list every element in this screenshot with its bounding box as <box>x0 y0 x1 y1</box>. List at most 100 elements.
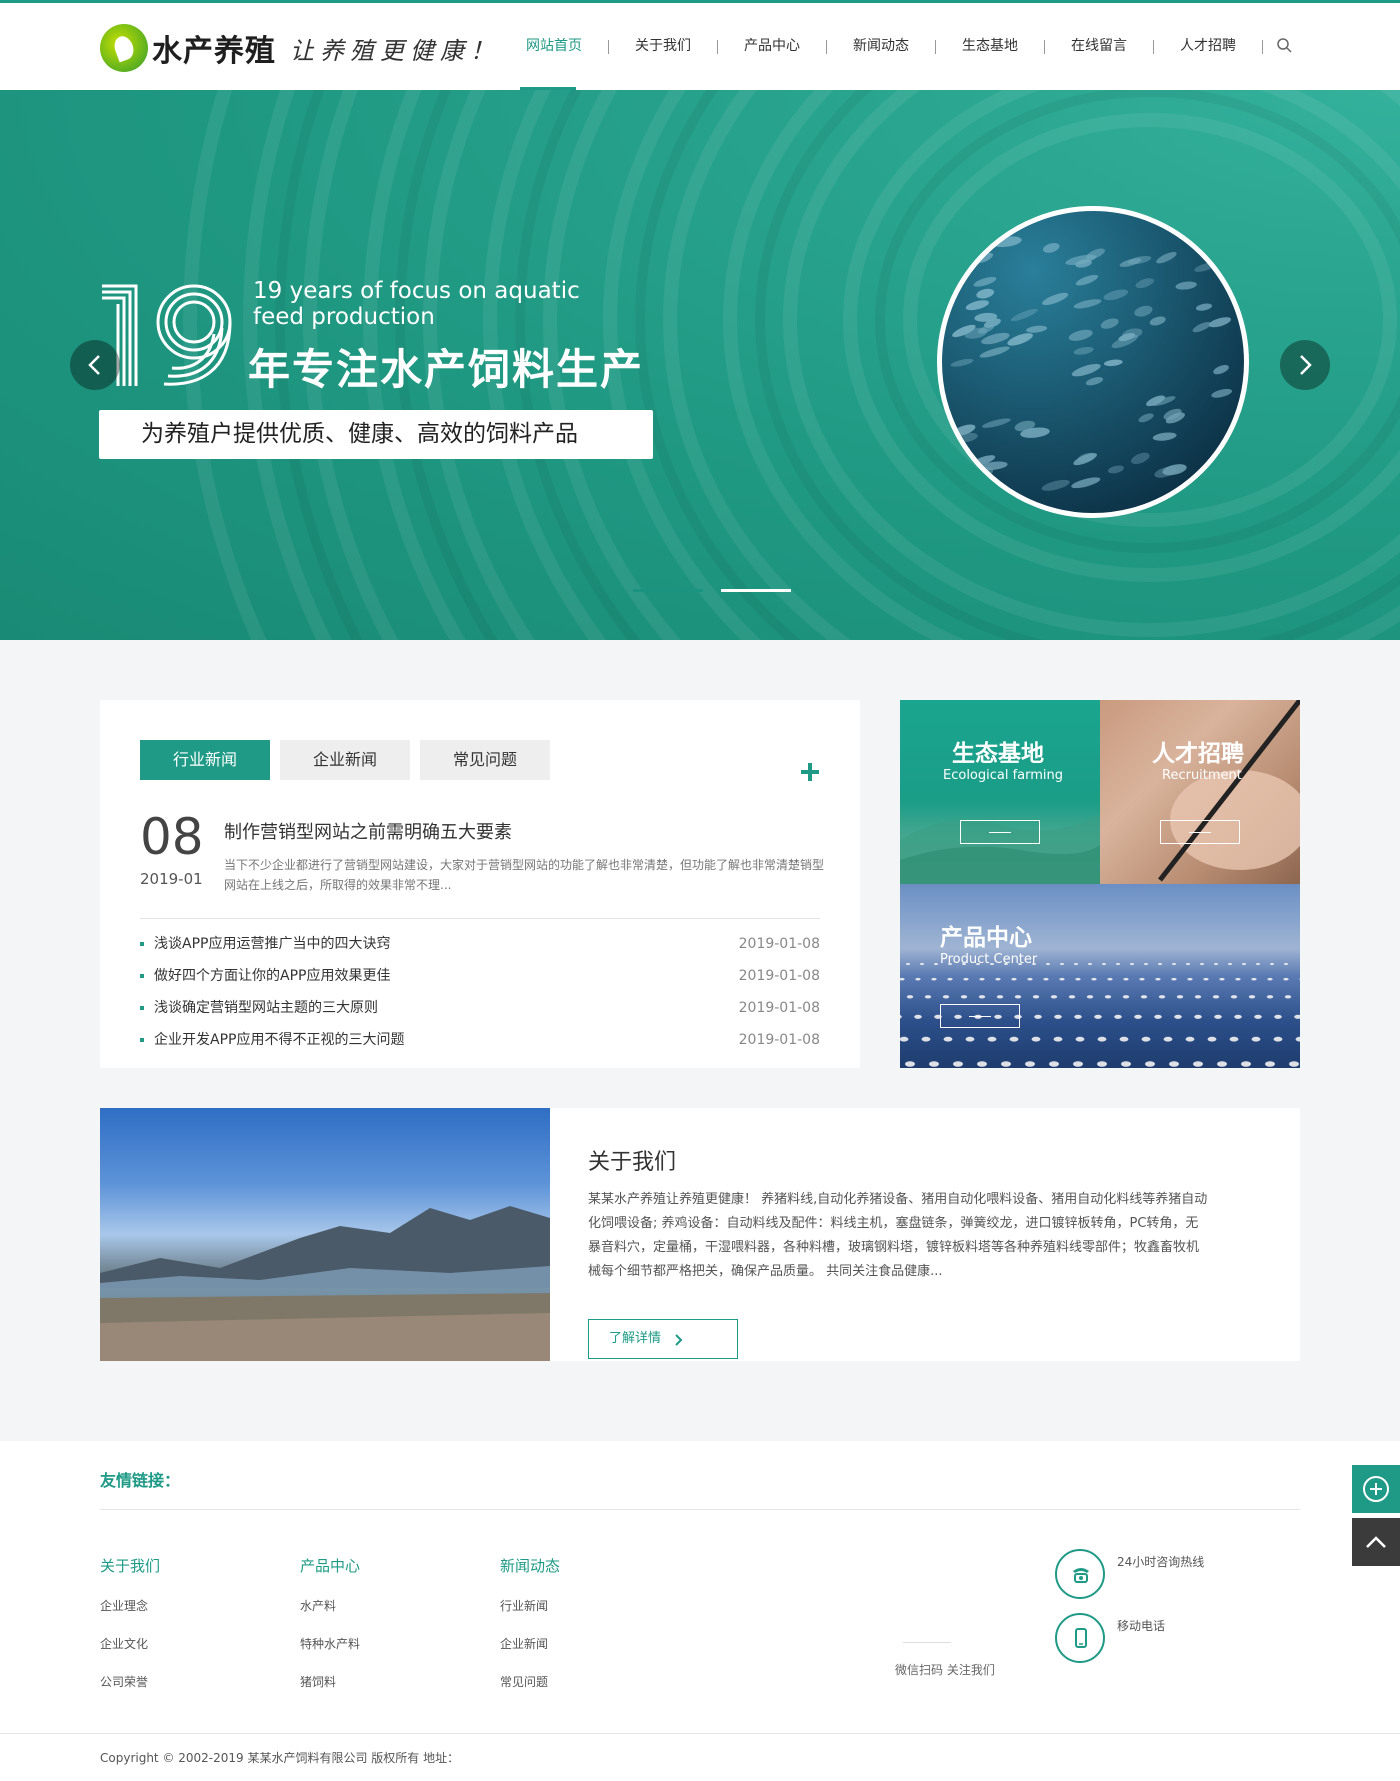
about-text: 某某水产养殖让养殖更健康！ 养猪料线,自动化养猪设备、猪用自动化喂料设备、猪用自… <box>588 1192 1208 1279</box>
mobile-label: 移动电话 <box>1117 1619 1166 1633</box>
tile-recruit-sub: Recruitment <box>1162 768 1242 783</box>
tile-product-center[interactable]: 产品中心 Product Center <box>900 884 1300 1068</box>
tile-eco-sub: Ecological farming <box>943 768 1064 783</box>
nav-item-about[interactable]: 关于我们 <box>609 3 717 90</box>
tile-eco-arrow-button[interactable] <box>960 820 1040 844</box>
bullet <box>140 974 144 978</box>
banner-next-button[interactable] <box>1280 340 1330 390</box>
news-item-date: 2019-01-08 <box>738 968 820 984</box>
nav-item-news[interactable]: 新闻动态 <box>827 3 935 90</box>
footer-column-title[interactable]: 产品中心 <box>300 1555 360 1576</box>
bullet <box>140 1038 144 1042</box>
main-nav: 网站首页 关于我们 产品中心 新闻动态 生态基地 在线留言 人才招聘 <box>500 3 1263 90</box>
more-plus-icon[interactable] <box>800 762 820 782</box>
banner-subtitle: 为养殖户提供优质、健康、高效的饲料产品 <box>99 410 653 459</box>
footer-divider <box>100 1509 1300 1510</box>
footer-link[interactable]: 企业新闻 <box>500 1636 560 1674</box>
chevron-right-icon <box>675 1334 683 1346</box>
footer-column-title[interactable]: 新闻动态 <box>500 1555 560 1576</box>
friend-links-title: 友情链接： <box>100 1471 181 1490</box>
writing-hand-graphic <box>1158 700 1300 882</box>
search-icon[interactable] <box>1276 37 1292 53</box>
logo-slogan: 让养殖更健康！ <box>290 36 500 65</box>
footer-link[interactable]: 企业文化 <box>100 1636 160 1674</box>
tab-company-news[interactable]: 企业新闻 <box>280 740 410 780</box>
tile-eco-farming[interactable]: 生态基地 Ecological farming <box>900 700 1100 884</box>
news-list: 浅谈APP应用运营推广当中的四大诀窍 2019-01-08 做好四个方面让你的A… <box>140 928 820 1056</box>
featured-year-month: 2019-01 <box>140 870 203 888</box>
footer-link[interactable]: 公司荣誉 <box>100 1674 160 1712</box>
footer-link[interactable]: 水产料 <box>300 1598 360 1636</box>
site-footer: 友情链接： 关于我们 企业理念 企业文化 公司荣誉 产品中心 水产料 特种水产料… <box>0 1441 1400 1781</box>
site-logo[interactable]: 水产养殖 让养殖更健康！ <box>100 23 500 73</box>
list-item[interactable]: 企业开发APP应用不得不正视的三大问题 2019-01-08 <box>140 1024 820 1056</box>
eco-hills-graphic <box>900 815 1100 884</box>
news-item-date: 2019-01-08 <box>738 936 820 952</box>
footer-link[interactable]: 猪饲料 <box>300 1674 360 1712</box>
featured-day: 08 <box>140 808 204 866</box>
footer-link[interactable]: 常见问题 <box>500 1674 560 1712</box>
tile-product-sub: Product Center <box>940 952 1038 967</box>
tab-faq[interactable]: 常见问题 <box>420 740 550 780</box>
footer-column-title[interactable]: 关于我们 <box>100 1555 160 1576</box>
phone-icon <box>1055 1549 1105 1599</box>
footer-link[interactable]: 行业新闻 <box>500 1598 560 1636</box>
featured-news-title[interactable]: 制作营销型网站之前需明确五大要素 <box>224 818 512 844</box>
nav-item-home[interactable]: 网站首页 <box>500 3 608 90</box>
side-add-button[interactable] <box>1352 1465 1400 1513</box>
footer-column-news: 新闻动态 行业新闻 企业新闻 常见问题 <box>500 1555 560 1712</box>
mobile-phone-icon <box>1055 1613 1105 1663</box>
list-item[interactable]: 浅谈确定营销型网站主题的三大原则 2019-01-08 <box>140 992 820 1024</box>
about-more-button[interactable]: 了解详情 <box>588 1319 738 1359</box>
slide-indicator-2[interactable] <box>721 589 791 592</box>
sea-farm-graphic <box>900 963 1300 1067</box>
footer-column-about: 关于我们 企业理念 企业文化 公司荣誉 <box>100 1555 160 1712</box>
footer-link[interactable]: 特种水产料 <box>300 1636 360 1674</box>
slide-indicator-1[interactable] <box>633 589 703 592</box>
copyright-text: Copyright © 2002-2019 某某水产饲料有限公司 版权所有 地址… <box>100 1751 460 1765</box>
news-item-date: 2019-01-08 <box>738 1032 820 1048</box>
banner-english-line2: feed production <box>253 304 435 330</box>
nav-item-message[interactable]: 在线留言 <box>1045 3 1153 90</box>
news-item-date: 2019-01-08 <box>738 1000 820 1016</box>
nav-separator <box>1262 39 1263 54</box>
news-divider <box>140 918 820 919</box>
news-item-title[interactable]: 浅谈确定营销型网站主题的三大原则 <box>154 992 378 1024</box>
banner-english-text: 19 years of focus on aquatic feed produc… <box>253 278 580 330</box>
tile-recruit-arrow-button[interactable] <box>1160 820 1240 844</box>
banner-prev-button[interactable] <box>70 340 120 390</box>
logo-leaf-icon <box>100 24 148 72</box>
logo-name: 水产养殖 <box>152 34 276 69</box>
featured-news-desc: 当下不少企业都进行了营销型网站建设，大家对于营销型网站的功能了解也非常清楚，但功… <box>224 858 825 892</box>
tab-industry-news[interactable]: 行业新闻 <box>140 740 270 780</box>
coastal-town-image <box>100 1108 550 1361</box>
contact-hotline: 24小时咨询热线 <box>1055 1549 1305 1599</box>
about-more-label: 了解详情 <box>609 1331 662 1346</box>
tile-eco-title: 生态基地 <box>952 741 1044 767</box>
qr-caption: 微信扫码 关注我们 <box>895 1663 995 1677</box>
news-item-title[interactable]: 做好四个方面让你的APP应用效果更佳 <box>154 960 390 992</box>
banner-english-line1: 19 years of focus on aquatic <box>253 278 580 304</box>
tile-recruit-title: 人才招聘 <box>1152 741 1244 767</box>
banner-title: 年专注水产饲料生产 <box>248 345 645 394</box>
nav-item-eco-base[interactable]: 生态基地 <box>936 3 1044 90</box>
fish-school-image <box>937 206 1249 518</box>
list-item[interactable]: 浅谈APP应用运营推广当中的四大诀窍 2019-01-08 <box>140 928 820 960</box>
nav-item-products[interactable]: 产品中心 <box>718 3 826 90</box>
news-panel: 行业新闻 企业新闻 常见问题 08 2019-01 制作营销型网站之前需明确五大… <box>100 700 860 1068</box>
about-section: 关于我们 某某水产养殖让养殖更健康！ 养猪料线,自动化养猪设备、猪用自动化喂料设… <box>100 1108 1300 1361</box>
tile-product-title: 产品中心 <box>940 925 1032 951</box>
tile-recruitment[interactable]: 人才招聘 Recruitment <box>1100 700 1300 884</box>
tile-product-arrow-button[interactable] <box>940 1004 1020 1028</box>
hotline-label: 24小时咨询热线 <box>1117 1555 1205 1569</box>
news-item-title[interactable]: 企业开发APP应用不得不正视的三大问题 <box>154 1024 404 1056</box>
news-item-title[interactable]: 浅谈APP应用运营推广当中的四大诀窍 <box>154 928 390 960</box>
nav-item-recruit[interactable]: 人才招聘 <box>1154 3 1262 90</box>
about-title: 关于我们 <box>588 1150 677 1175</box>
chevron-left-icon <box>88 355 100 375</box>
back-to-top-button[interactable] <box>1352 1518 1400 1566</box>
footer-link[interactable]: 企业理念 <box>100 1598 160 1636</box>
list-item[interactable]: 做好四个方面让你的APP应用效果更佳 2019-01-08 <box>140 960 820 992</box>
bullet <box>140 1006 144 1010</box>
bullet <box>140 942 144 946</box>
